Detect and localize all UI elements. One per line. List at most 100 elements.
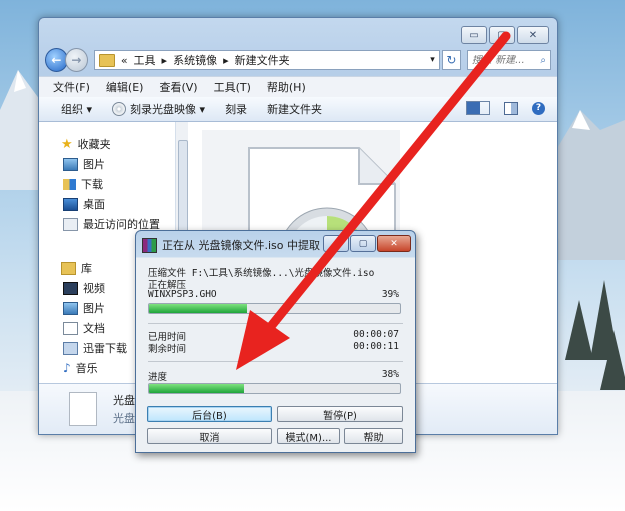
menu-file[interactable]: 文件(F) — [53, 79, 90, 95]
cancel-button[interactable]: 取消 — [147, 428, 272, 444]
dialog-close-button[interactable]: ✕ — [377, 235, 411, 252]
divider — [148, 323, 403, 324]
remaining-label: 剩余时间 — [148, 344, 187, 355]
disc-icon — [112, 102, 127, 116]
elapsed-value: 00:00:07 — [353, 329, 399, 340]
pictures-icon — [63, 157, 78, 171]
dialog-maximize-button[interactable]: ▢ — [350, 235, 376, 252]
nav-favorites-label: 收藏夹 — [77, 138, 111, 151]
refresh-button[interactable]: ↻ — [441, 50, 461, 70]
organize-button[interactable]: 组织 ▾ — [61, 101, 92, 117]
forward-button[interactable]: → — [64, 48, 88, 72]
nav-libraries-label: 库 — [81, 262, 92, 275]
address-dropdown-icon[interactable]: ▾ — [430, 55, 435, 65]
file-progress-bar — [148, 303, 401, 314]
dialog-window-controls: ▁ ▢ ✕ — [323, 235, 411, 252]
library-icon — [61, 261, 76, 275]
current-file-row: WINXPSP3.GHO 39% — [148, 289, 403, 300]
help-button[interactable]: 帮助 — [344, 428, 403, 444]
dialog-minimize-button[interactable]: ▁ — [323, 235, 349, 252]
nav-favorites[interactable]: ★ 收藏夹 — [61, 136, 111, 152]
tree-1 — [565, 300, 593, 360]
nav-item-lib-pictures[interactable]: 图片 — [63, 300, 105, 316]
search-icon[interactable]: ⌕ — [540, 55, 546, 66]
command-bar: 组织 ▾ 刻录光盘映像 ▾ 刻录 新建文件夹 ? — [39, 97, 557, 122]
thunder-download-icon — [63, 341, 78, 355]
menu-view[interactable]: 查看(V) — [159, 79, 197, 95]
arrow-left-icon: ← — [51, 53, 62, 67]
minimize-button[interactable]: ▭ — [461, 26, 487, 44]
menu-edit[interactable]: 编辑(E) — [106, 79, 144, 95]
breadcrumb-tools[interactable]: 工具 — [134, 52, 156, 68]
nav-item-documents-label: 文档 — [83, 322, 105, 335]
close-button[interactable]: ✕ — [517, 26, 549, 44]
menu-bar: 文件(F) 编辑(E) 查看(V) 工具(T) 帮助(H) — [39, 76, 557, 97]
remaining-value: 00:00:11 — [353, 341, 399, 352]
mode-button[interactable]: 模式(M)... — [277, 428, 340, 444]
documents-icon — [63, 321, 78, 335]
mountain-right — [550, 110, 625, 260]
address-bar[interactable]: « 工具 ▸ 系统镜像 ▸ 新建文件夹 ▾ — [93, 50, 440, 70]
total-percent: 38% — [381, 369, 399, 380]
remaining-row: 剩余时间 00:00:11 — [148, 341, 403, 355]
address-row: ← → « 工具 ▸ 系统镜像 ▸ 新建文件夹 ▾ ↻ ⌕ — [45, 48, 551, 72]
divider — [148, 361, 403, 362]
breadcrumb-separator-icon[interactable]: ▸ — [162, 54, 168, 67]
folder-icon — [98, 53, 115, 67]
nav-item-desktop[interactable]: 桌面 — [63, 196, 105, 212]
nav-item-pictures[interactable]: 图片 — [63, 156, 105, 172]
nav-item-downloads-label: 下载 — [81, 178, 103, 191]
file-progress-fill — [149, 304, 247, 313]
menu-tools[interactable]: 工具(T) — [214, 79, 251, 95]
winrar-icon — [142, 237, 157, 253]
window-controls: ▭ ▢ ✕ — [461, 26, 549, 44]
music-icon: ♪ — [63, 361, 71, 375]
nav-item-pictures-label: 图片 — [83, 158, 105, 171]
current-file-name: WINXPSP3.GHO — [148, 289, 217, 300]
new-folder-button[interactable]: 新建文件夹 — [267, 101, 322, 117]
arrow-right-icon: → — [71, 53, 82, 67]
breadcrumb-new-folder[interactable]: 新建文件夹 — [235, 52, 290, 68]
view-options-icon[interactable] — [466, 101, 490, 115]
burn-image-label: 刻录光盘映像 ▾ — [130, 103, 206, 116]
breadcrumb-separator-icon[interactable]: ▸ — [223, 54, 229, 67]
menu-help[interactable]: 帮助(H) — [267, 79, 306, 95]
burn-image-button[interactable]: 刻录光盘映像 ▾ — [112, 101, 205, 117]
nav-item-videos-label: 视频 — [83, 282, 105, 295]
maximize-button[interactable]: ▢ — [489, 26, 515, 44]
nav-item-lib-pictures-label: 图片 — [83, 302, 105, 315]
details-type: 光盘 — [113, 412, 135, 425]
pictures-icon — [63, 301, 78, 315]
nav-item-music[interactable]: ♪ 音乐 — [63, 360, 98, 376]
search-box[interactable]: ⌕ — [466, 50, 551, 70]
burn-button[interactable]: 刻录 — [225, 101, 247, 117]
nav-item-thunder[interactable]: 迅雷下载 — [63, 340, 127, 356]
downloads-icon — [63, 178, 76, 190]
total-progress-row: 进度 38% — [148, 369, 403, 383]
view-controls: ? — [466, 101, 545, 115]
nav-libraries[interactable]: 库 — [61, 260, 92, 276]
total-progress-bar — [148, 383, 401, 394]
nav-item-desktop-label: 桌面 — [83, 198, 105, 211]
dialog-title: 正在从 光盘镜像文件.iso 中提取 — [162, 239, 321, 252]
desktop-icon — [63, 197, 78, 211]
nav-item-videos[interactable]: 视频 — [63, 280, 105, 296]
nav-item-thunder-label: 迅雷下载 — [83, 342, 127, 355]
extract-progress-dialog: 正在从 光盘镜像文件.iso 中提取 ▁ ▢ ✕ 压缩文件 F:\工具\系统镜像… — [135, 230, 416, 453]
nav-item-documents[interactable]: 文档 — [63, 320, 105, 336]
background-button[interactable]: 后台(B) — [147, 406, 272, 422]
nav-item-downloads[interactable]: 下载 — [63, 176, 103, 192]
tree-3 — [600, 330, 625, 390]
breadcrumb-system-images[interactable]: 系统镜像 — [173, 52, 217, 68]
preview-pane-icon[interactable] — [504, 101, 518, 115]
breadcrumb-prefix[interactable]: « — [121, 54, 128, 67]
help-icon[interactable]: ? — [532, 101, 545, 115]
details-name: 光盘 — [113, 394, 135, 407]
total-progress-fill — [149, 384, 245, 393]
pause-button[interactable]: 暂停(P) — [277, 406, 403, 422]
recent-places-icon — [63, 217, 78, 231]
search-input[interactable] — [471, 54, 534, 66]
disc-image-icon — [69, 392, 97, 426]
refresh-icon: ↻ — [446, 53, 457, 67]
star-icon: ★ — [61, 136, 73, 152]
